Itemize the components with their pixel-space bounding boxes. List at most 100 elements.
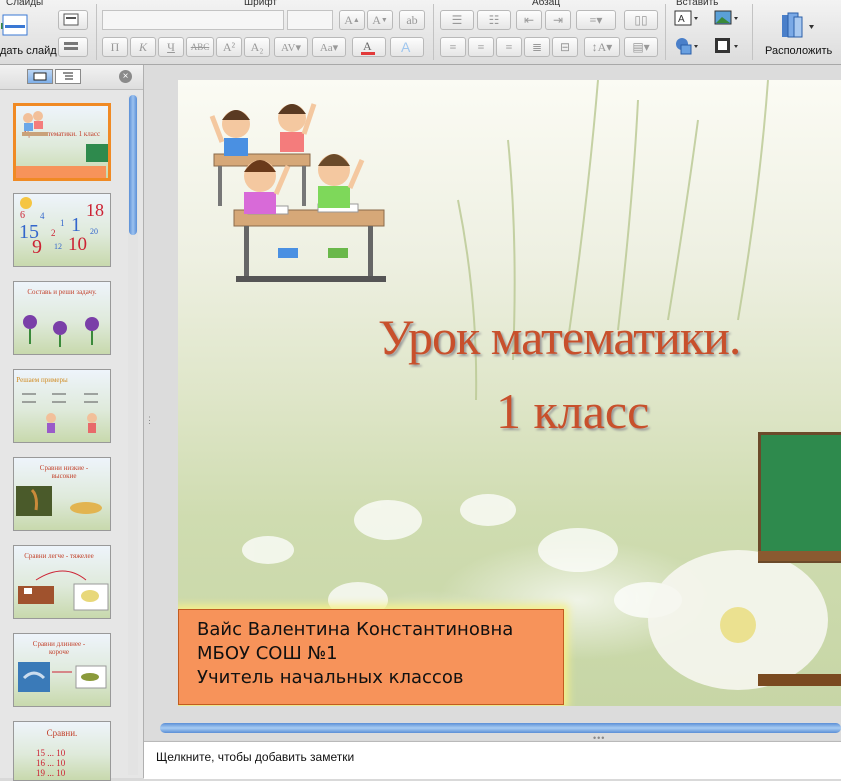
- text-box-icon: A: [674, 10, 698, 26]
- svg-text:A: A: [678, 14, 685, 25]
- author-position: Учитель начальных классов: [197, 667, 464, 688]
- font-size-field[interactable]: [287, 10, 333, 30]
- decrease-indent-button[interactable]: ⇤: [516, 10, 542, 30]
- columns-icon: ▯▯: [634, 12, 648, 27]
- author-school: МБОУ СОШ №1: [197, 643, 338, 664]
- kids-at-desks-illustration: [209, 103, 386, 282]
- author-info-box: Вайс Валентина Константиновна МБОУ СОШ №…: [178, 609, 564, 705]
- slide-canvas[interactable]: Урок математики. 1 класс Вайс Валентина …: [178, 80, 841, 706]
- chalkboard-illustration: [758, 432, 841, 563]
- case-icon: Aa▾: [319, 41, 339, 54]
- examples-illustration-thumb: [22, 393, 98, 433]
- section-icon: [64, 42, 78, 50]
- subscript-button[interactable]: A₂: [244, 37, 270, 57]
- slide-thumbnail-6[interactable]: Сравни легче - тяжелее: [13, 545, 111, 619]
- scrollbar-thumb[interactable]: [129, 95, 137, 235]
- bold-button[interactable]: П: [102, 37, 128, 57]
- align-right-button[interactable]: ≡: [496, 37, 522, 57]
- strikethrough-button[interactable]: ABC: [186, 37, 214, 57]
- text-effects-icon: A: [401, 39, 411, 55]
- text-direction-button[interactable]: ↕A▾: [584, 37, 620, 57]
- justify-icon: ≣: [531, 39, 543, 54]
- align-left-icon: ≡: [449, 39, 457, 54]
- align-center-icon: ≡: [477, 39, 485, 54]
- picture-button[interactable]: [712, 8, 742, 28]
- media-button[interactable]: [712, 36, 742, 56]
- svg-text:A: A: [401, 39, 411, 55]
- columns-button[interactable]: ▯▯: [624, 10, 658, 30]
- slide-horizontal-scrollbar[interactable]: [160, 722, 841, 734]
- arrange-label: Расположить: [765, 45, 833, 57]
- slide-thumbnail-1[interactable]: Урок математики. 1 класс: [13, 103, 111, 181]
- slides-panel-scrollbar[interactable]: [128, 95, 138, 775]
- underline-button[interactable]: Ч: [158, 37, 184, 57]
- text-box-button[interactable]: A: [672, 8, 702, 28]
- spacing-icon: AV▾: [281, 41, 301, 54]
- group-label-insert: Вставить: [676, 0, 719, 8]
- new-slide-button[interactable]: [0, 10, 32, 40]
- arrange-button[interactable]: [776, 10, 820, 42]
- clear-format-button[interactable]: ab: [399, 10, 425, 30]
- line-spacing-icon: ≡▾: [589, 12, 603, 27]
- align-right-icon: ≡: [505, 39, 513, 54]
- slides-view-toggle[interactable]: [27, 69, 53, 84]
- shape-icon: [676, 38, 698, 55]
- animals-illustration-thumb: [16, 486, 102, 516]
- shrink-font-button[interactable]: A ▼: [367, 10, 393, 30]
- bullets-button[interactable]: ☰: [440, 10, 474, 30]
- slides-panel: × Урок математики. 1 класс 6 4 1 18 15 2…: [0, 65, 144, 781]
- slides-view-icon: [33, 72, 47, 81]
- horizontal-scrollbar-thumb[interactable]: [160, 723, 841, 733]
- svg-text:19 ... 10: 19 ... 10: [36, 768, 66, 778]
- italic-button[interactable]: К: [130, 37, 156, 57]
- font-color-button[interactable]: A: [352, 37, 386, 57]
- cow-goat-illustration-thumb: [18, 570, 109, 611]
- close-panel-icon[interactable]: ×: [119, 70, 132, 83]
- notes-placeholder[interactable]: Щелкните, чтобы добавить заметки: [156, 750, 354, 764]
- group-label-font: Шрифт: [244, 0, 277, 8]
- increase-indent-button[interactable]: ⇥: [545, 10, 571, 30]
- font-color-icon: A: [361, 39, 375, 55]
- slide-title-line-2: 1 класс: [496, 383, 650, 439]
- layout-button[interactable]: [58, 10, 88, 30]
- panel-resize-handle[interactable]: ⋮: [145, 416, 154, 425]
- align-text-button[interactable]: ▤▾: [624, 37, 658, 57]
- distribute-button[interactable]: ⊟: [552, 37, 578, 57]
- group-label-slides: Слайды: [6, 0, 44, 8]
- text-direction-icon: ↕A▾: [591, 39, 613, 54]
- compare-illustration-thumb: 15 ... 10 16 ... 10 19 ... 10: [36, 748, 66, 778]
- justify-button[interactable]: ≣: [524, 37, 550, 57]
- character-spacing-button[interactable]: AV▾: [274, 37, 308, 57]
- slide-thumbnail-3[interactable]: Составь и реши задачу.: [13, 281, 111, 355]
- notes-pane[interactable]: Щелкните, чтобы добавить заметки: [144, 741, 841, 779]
- bullets-icon: ☰: [451, 12, 463, 27]
- svg-text:16 ... 10: 16 ... 10: [36, 758, 66, 768]
- text-effects-button[interactable]: A: [390, 37, 424, 57]
- align-left-button[interactable]: ≡: [440, 37, 466, 57]
- eraser-icon: ab: [406, 12, 418, 27]
- font-name-field[interactable]: [102, 10, 284, 30]
- slide-thumbnail-7[interactable]: Сравни длиннее - короче: [13, 633, 111, 707]
- grow-font-button[interactable]: A ▲: [339, 10, 365, 30]
- change-case-button[interactable]: Aa▾: [312, 37, 346, 57]
- flowers-illustration-thumb: [23, 315, 99, 347]
- line-spacing-button[interactable]: ≡▾: [576, 10, 616, 30]
- new-slide-icon: [1, 14, 28, 36]
- slide-thumbnail-8[interactable]: Сравни. 15 ... 10 16 ... 10 19 ... 10: [13, 721, 111, 781]
- section-button[interactable]: [58, 37, 88, 57]
- align-center-button[interactable]: ≡: [468, 37, 494, 57]
- slides-panel-header: ×: [0, 65, 143, 90]
- layout-icon: [63, 13, 79, 26]
- author-name: Вайс Валентина Константиновна: [197, 619, 514, 640]
- slide-thumbnail-4[interactable]: Решаем примеры: [13, 369, 111, 443]
- slide-thumbnail-5[interactable]: Сравни низкие - высокие: [13, 457, 111, 531]
- fish-illustration-thumb: [18, 662, 107, 692]
- media-icon: [715, 38, 738, 53]
- superscript-button[interactable]: A²: [216, 37, 242, 57]
- outline-view-icon: [63, 72, 73, 80]
- outline-view-toggle[interactable]: [55, 69, 81, 84]
- slide-thumbnail-2[interactable]: 6 4 1 18 15 2 1 20 9 12 10: [13, 193, 111, 267]
- arrange-icon: [782, 12, 814, 38]
- numbering-button[interactable]: ☷: [477, 10, 511, 30]
- shape-button[interactable]: [672, 36, 702, 56]
